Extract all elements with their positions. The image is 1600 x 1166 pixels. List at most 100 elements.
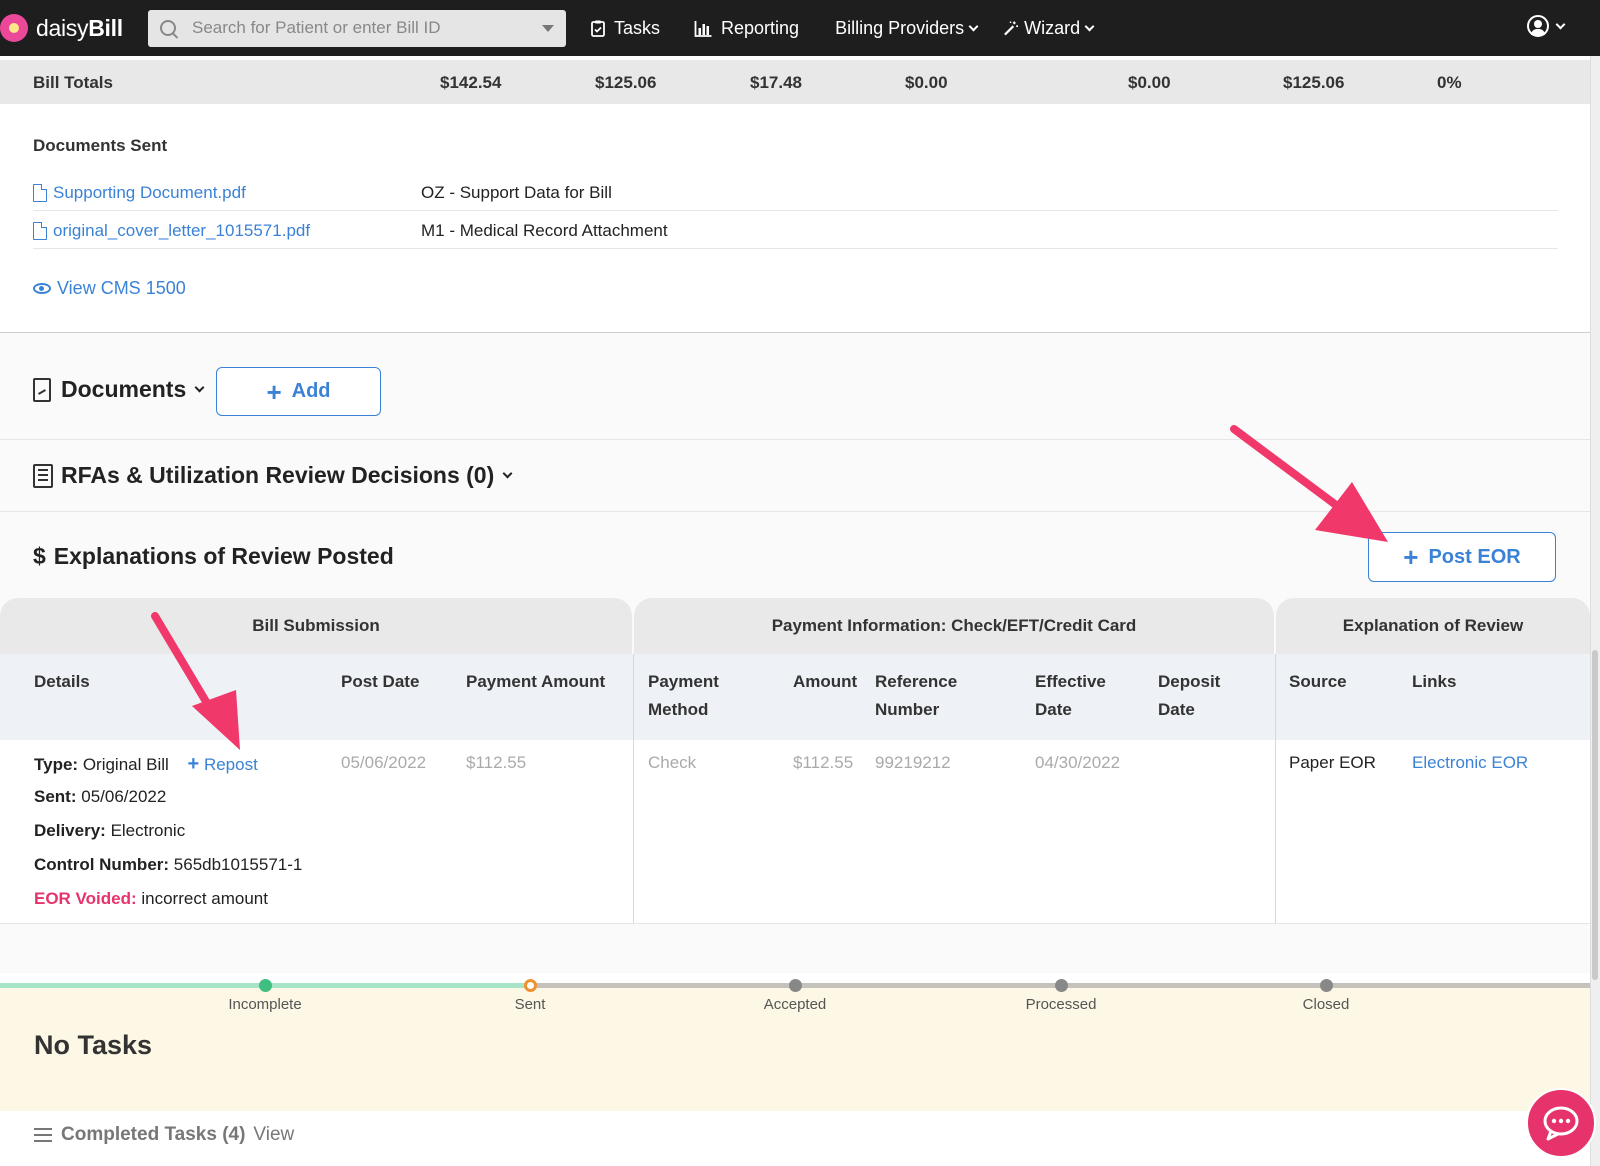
col-post-date: Post Date [341,672,420,691]
total-value-5: $0.00 [1128,73,1171,92]
eye-icon [33,283,51,294]
scrollbar-track[interactable] [1590,56,1600,1166]
nav-billing-providers[interactable]: Billing Providers [835,17,979,39]
bill-totals-label: Bill Totals [33,73,113,92]
post-eor-label: Post EOR [1428,545,1521,568]
detail-delivery: Delivery: Electronic [34,821,186,840]
search-icon [160,20,176,36]
view-cms-1500-label: View CMS 1500 [57,278,186,298]
user-circle-icon [1527,15,1549,37]
bar-chart-icon [694,20,712,37]
col-deposit-date: Deposit Date [1158,672,1221,719]
view-completed-tasks-link[interactable]: View [253,1124,294,1146]
group-header-bill-submission: Bill Submission [0,598,632,654]
nav-billing-providers-label: Billing Providers [835,17,965,38]
col-effective-date: Effective Date [1035,672,1106,719]
cell-post-date: 05/06/2022 [341,753,427,772]
top-navbar: daisyBill Search for Patient or enter Bi… [0,0,1600,56]
completed-tasks-label: Completed Tasks (4) [61,1124,246,1145]
cell-amount: $112.55 [793,753,854,772]
patient-search-input[interactable]: Search for Patient or enter Bill ID [148,9,566,47]
group-header-explanation-of-review: Explanation of Review [1276,598,1590,654]
step-label-accepted: Accepted [763,996,827,1013]
chat-support-button[interactable] [1526,1088,1596,1158]
group-header-payment-info: Payment Information: Check/EFT/Credit Ca… [634,598,1274,654]
document-icon [33,377,51,402]
daisybill-logo[interactable]: daisyBill [0,14,140,42]
list-icon [34,1128,52,1142]
cell-source: Paper EOR [1289,753,1376,772]
rfa-title: RFAs & Utilization Review Decisions (0) [61,462,495,488]
step-label-closed: Closed [1302,996,1350,1013]
chevron-down-icon [968,21,979,31]
documents-toggle[interactable]: Documents [33,376,205,403]
cell-effective-date: 04/30/2022 [1035,753,1121,772]
electronic-eor-link[interactable]: Electronic EOR [1412,753,1528,773]
nav-wizard[interactable]: Wizard [1003,18,1095,39]
step-label-sent: Sent [514,996,546,1013]
col-source: Source [1289,672,1347,691]
logo-text-daisy: daisy [36,14,89,41]
cell-reference-number: 99219212 [875,753,951,772]
documents-title: Documents [61,376,187,402]
step-pending-icon [1320,979,1333,992]
caret-down-icon[interactable] [542,24,554,32]
detail-sent: Sent: 05/06/2022 [34,787,167,806]
rfa-section: RFAs & Utilization Review Decisions (0) [0,440,1590,512]
magic-wand-icon [1004,20,1019,35]
eor-title: Explanations of Review Posted [53,543,394,569]
document-link[interactable]: Supporting Document.pdf [33,183,246,203]
eor-column-headers: Details Post Date Payment Amount Payment… [0,654,1590,740]
document-description: OZ - Support Data for Bill [421,183,612,202]
pdf-file-icon [33,222,47,240]
document-link[interactable]: original_cover_letter_1015571.pdf [33,221,310,241]
column-divider [633,654,634,924]
total-charge: $142.54 [440,73,502,92]
document-description: M1 - Medical Record Attachment [421,221,668,240]
col-links: Links [1412,672,1457,691]
col-amount: Amount [793,672,858,691]
nav-tasks-label: Tasks [614,17,661,38]
daisy-flower-icon [0,14,28,42]
add-document-label: Add [291,380,331,402]
total-value-6: $125.06 [1283,73,1345,92]
chevron-down-icon [194,382,205,393]
repost-link[interactable]: + Repost [187,753,258,775]
total-percent: 0% [1437,73,1462,92]
chat-bubble-icon [1543,1106,1579,1141]
add-document-button[interactable]: + Add [216,367,381,416]
total-value-4: $0.00 [905,73,948,92]
documents-sent-title: Documents Sent [33,136,168,155]
step-label-incomplete: Incomplete [228,996,302,1013]
nav-tasks[interactable]: Tasks [590,18,660,39]
document-filename: original_cover_letter_1015571.pdf [53,221,311,240]
chevron-down-icon [502,468,513,479]
rfa-toggle[interactable]: RFAs & Utilization Review Decisions (0) [33,462,513,489]
clipboard-check-icon [591,20,605,37]
search-placeholder: Search for Patient or enter Bill ID [192,18,441,37]
account-menu[interactable] [1527,15,1566,37]
step-current-icon [524,979,537,992]
cell-payment-method: Check [648,753,697,772]
step-pending-icon [1055,979,1068,992]
dollar-icon: $ [33,543,46,569]
plus-icon: + [266,376,282,407]
plus-icon: + [187,753,200,775]
col-payment-amount: Payment Amount [466,672,606,691]
document-sent-row: original_cover_letter_1015571.pdf M1 - M… [33,212,1558,249]
plus-icon: + [1403,542,1419,572]
logo-text-bill: Bill [88,14,123,41]
col-details: Details [34,672,90,691]
scrollbar-thumb[interactable] [1592,650,1598,980]
step-label-processed: Processed [1025,996,1097,1013]
col-reference-number: Reference Number [875,672,958,719]
total-reduction: $17.48 [750,73,802,92]
chevron-down-icon [1555,19,1566,29]
pdf-file-icon [33,184,47,202]
completed-tasks-row: Completed Tasks (4) View [34,1124,294,1146]
nav-reporting[interactable]: Reporting [694,18,799,39]
post-eor-button[interactable]: + Post EOR [1368,532,1556,582]
view-cms-1500-link[interactable]: View CMS 1500 [33,278,186,299]
nav-reporting-label: Reporting [721,17,800,38]
documents-section: Documents + Add [0,340,1590,440]
